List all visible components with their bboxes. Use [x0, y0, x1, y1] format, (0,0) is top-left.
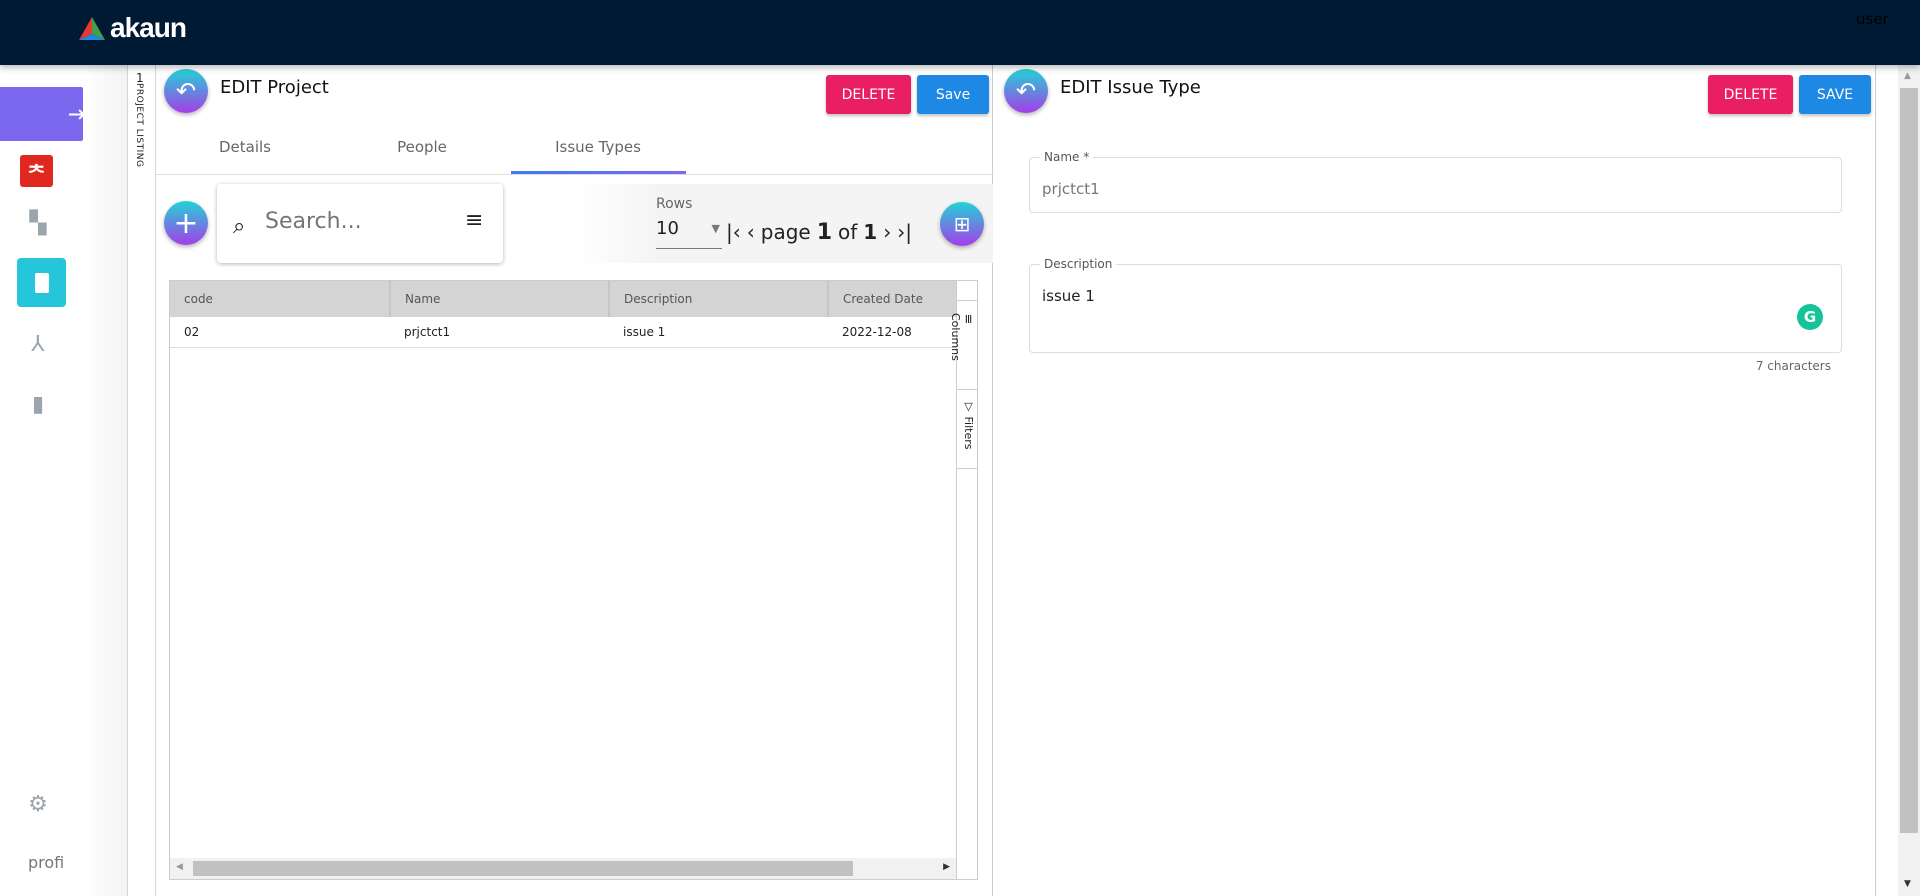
hierarchy-icon[interactable]: ⅄: [18, 324, 58, 364]
current-page: 1: [816, 220, 833, 245]
cell-name: prjctct1: [404, 324, 451, 339]
scroll-right-icon[interactable]: ▶: [943, 862, 950, 872]
last-page-icon[interactable]: ›|: [897, 220, 912, 244]
scrollbar-thumb[interactable]: [1900, 88, 1918, 833]
first-page-icon[interactable]: |‹: [726, 220, 741, 244]
akaun-logo-icon: [79, 17, 105, 40]
grid-view-button[interactable]: ⊞: [940, 202, 984, 246]
next-page-icon[interactable]: ›: [883, 220, 891, 244]
data-grid: code Name Description Created Date 02 pr…: [169, 280, 978, 880]
red-app-icon[interactable]: ᄎ: [20, 155, 53, 187]
save-button[interactable]: Save: [917, 75, 989, 114]
search-input[interactable]: [265, 206, 445, 236]
chevron-down-icon: ▼: [711, 222, 720, 235]
dashboard-icon[interactable]: ▚: [18, 203, 58, 243]
page-scrollbar[interactable]: ▲ ▼: [1898, 65, 1920, 896]
name-field[interactable]: Name * prjctct1: [1029, 150, 1842, 213]
page-title: EDIT Project: [220, 77, 329, 98]
filter-icon[interactable]: ≡: [465, 208, 483, 233]
tab-details[interactable]: Details: [219, 138, 271, 156]
filter-funnel-icon: ▽: [962, 400, 975, 417]
column-header-description[interactable]: Description: [608, 281, 828, 317]
tab-issue-types[interactable]: Issue Types: [555, 138, 641, 156]
name-value: prjctct1: [1042, 180, 1100, 198]
top-bar: akaun user: [0, 0, 1920, 65]
filters-label: Filters: [962, 416, 975, 450]
delete-button[interactable]: DELETE: [826, 75, 911, 114]
grammarly-icon[interactable]: G: [1797, 304, 1823, 330]
cell-description: issue 1: [623, 324, 666, 339]
description-field[interactable]: Description issue 1 G: [1029, 257, 1842, 353]
user-avatar-alt: user: [1856, 10, 1889, 28]
tab-people[interactable]: People: [397, 138, 447, 156]
prev-page-icon[interactable]: ‹: [747, 220, 755, 244]
scroll-left-icon[interactable]: ◀: [176, 862, 183, 872]
scroll-down-icon[interactable]: ▼: [1904, 879, 1911, 889]
columns-tool[interactable]: Ⅲ Columns: [949, 300, 978, 390]
page-title: EDIT Issue Type: [1060, 77, 1201, 98]
sidebar: ⇥ ᄎ ▚ ⅄ ▮ ⚙ profi: [0, 65, 103, 896]
edit-project-panel: ↶ EDIT Project DELETE Save Details Peopl…: [156, 65, 993, 896]
sidebar-item-projects[interactable]: [17, 258, 66, 307]
project-listing-label: PROJECT LISTING: [134, 83, 144, 168]
column-header-created-date[interactable]: Created Date: [827, 281, 956, 317]
cell-code: 02: [184, 324, 200, 339]
clipboard-icon: [34, 272, 49, 293]
character-count: 7 characters: [1755, 359, 1831, 373]
profile-image-alt: profi: [28, 853, 65, 872]
bar-chart-icon[interactable]: ▮: [18, 384, 58, 424]
table-row[interactable]: 02 prjctct1 issue 1 2022-12-08: [170, 317, 956, 347]
pager-bar: Rows 10 ▼ |‹ ‹ page 1 of 1 › ›|: [575, 184, 993, 263]
scrollbar-thumb[interactable]: [193, 861, 853, 876]
back-button[interactable]: ↶: [1004, 69, 1048, 113]
of-word: of: [838, 220, 858, 244]
rows-value: 10: [656, 218, 679, 239]
tabs-divider: [156, 174, 993, 175]
columns-label: Columns: [949, 313, 962, 361]
user-avatar[interactable]: user: [1856, 10, 1906, 40]
scroll-up-icon[interactable]: ▲: [1904, 71, 1911, 81]
profile-image[interactable]: profi: [28, 853, 64, 872]
total-pages: 1: [863, 220, 878, 244]
rows-label: Rows: [656, 196, 693, 212]
columns-icon: Ⅲ: [962, 313, 975, 326]
column-header-name[interactable]: Name: [389, 281, 609, 317]
delete-button[interactable]: DELETE: [1708, 75, 1793, 114]
search-icon: ⌕: [233, 214, 246, 239]
description-label: Description: [1040, 257, 1117, 271]
page-word: page: [760, 220, 811, 244]
edit-issue-type-panel: ↶ EDIT Issue Type DELETE SAVE Name * prj…: [994, 65, 1876, 896]
side-toolbar: Ⅲ Columns ▽ Filters: [949, 281, 978, 879]
horizontal-scrollbar[interactable]: ◀ ▶: [170, 858, 956, 879]
description-value: issue 1: [1042, 287, 1095, 305]
logo-text: akaun: [110, 12, 187, 43]
tab-underline: [511, 171, 686, 174]
search-card: ⌕ ≡: [217, 184, 503, 263]
filters-tool[interactable]: ▽ Filters: [957, 390, 978, 469]
panel-strip: [83, 65, 128, 896]
project-listing-tab[interactable]: 1 PROJECT LISTING: [128, 65, 156, 896]
column-header-code[interactable]: code: [170, 281, 390, 317]
back-button[interactable]: ↶: [164, 69, 208, 113]
cell-created-date: 2022-12-08: [842, 324, 912, 339]
add-button[interactable]: +: [164, 201, 208, 245]
save-button[interactable]: SAVE: [1799, 75, 1871, 114]
rows-select[interactable]: 10 ▼: [656, 218, 722, 249]
name-label: Name *: [1040, 150, 1094, 164]
gear-icon[interactable]: ⚙: [18, 784, 58, 824]
